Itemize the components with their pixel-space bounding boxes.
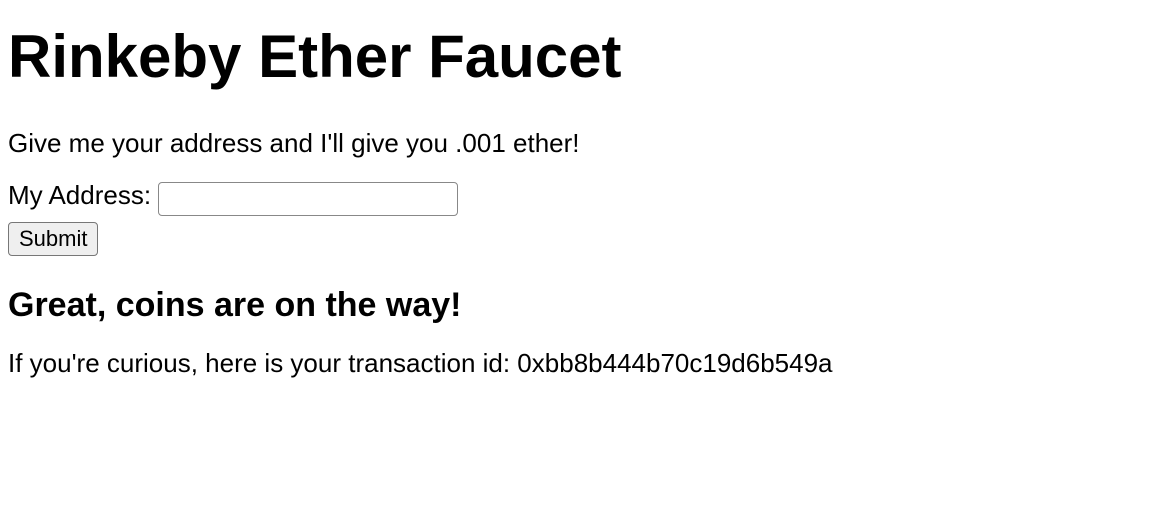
address-form: My Address: Submit [8, 180, 1158, 256]
transaction-text: If you're curious, here is your transact… [8, 346, 1158, 381]
result-heading: Great, coins are on the way! [8, 286, 1158, 325]
submit-button[interactable]: Submit [8, 222, 98, 256]
address-input[interactable] [158, 182, 458, 216]
page-title: Rinkeby Ether Faucet [8, 24, 1158, 90]
intro-text: Give me your address and I'll give you .… [8, 126, 1158, 161]
address-label: My Address: [8, 180, 158, 210]
